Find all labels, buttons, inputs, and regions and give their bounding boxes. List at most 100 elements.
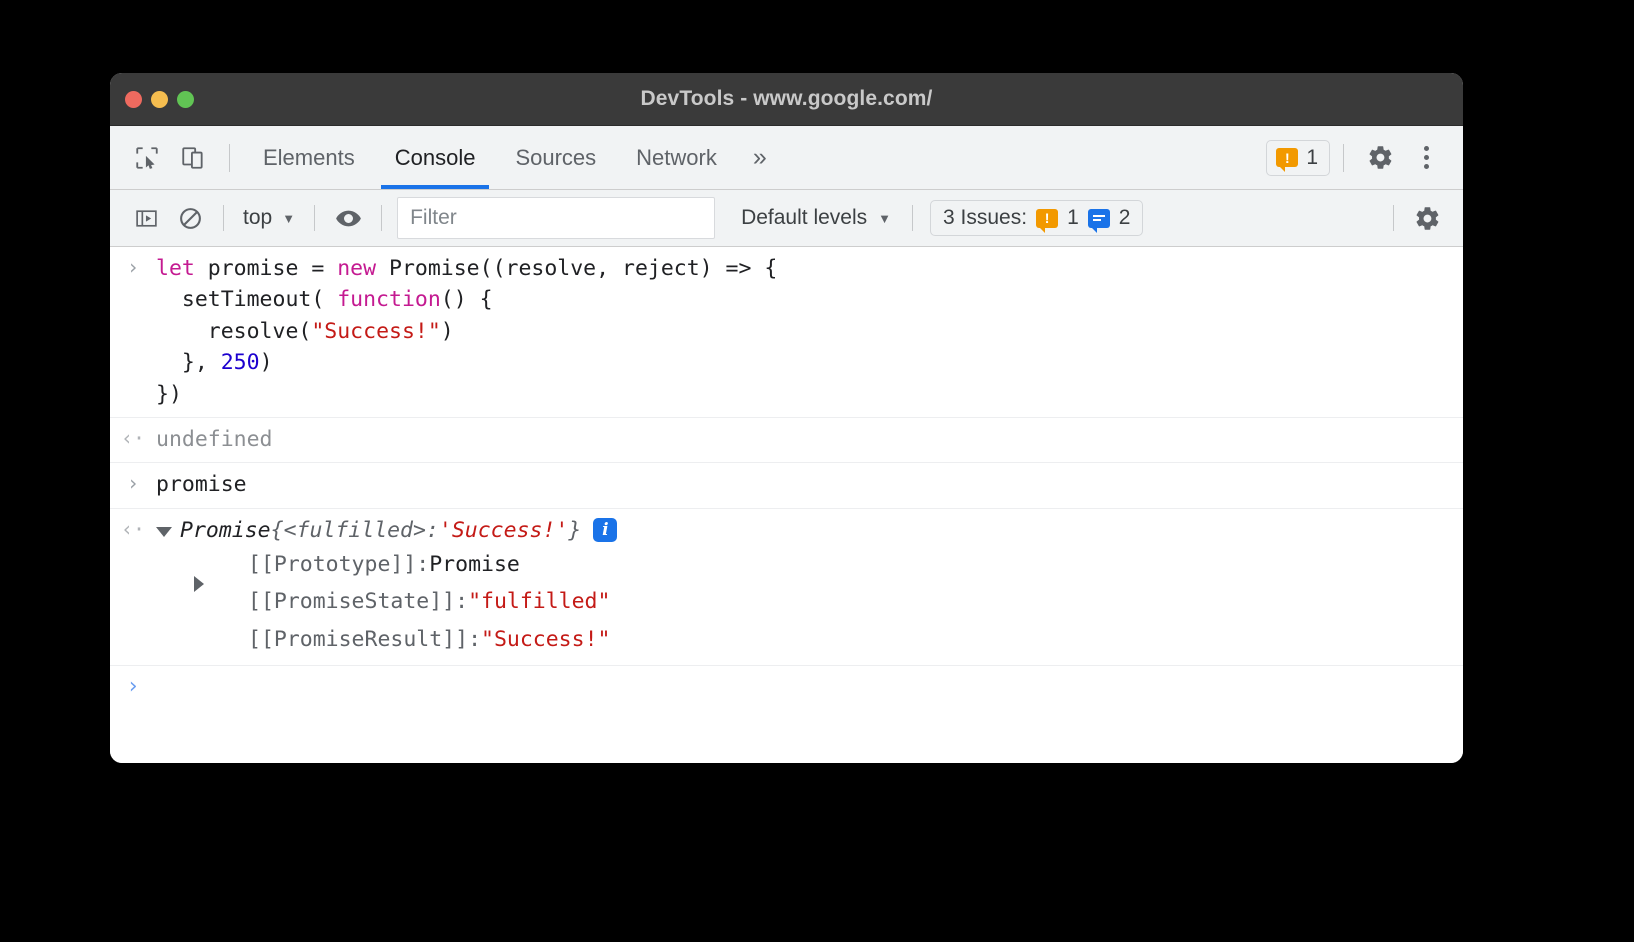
object-colon: :	[425, 517, 439, 543]
code-token: )	[259, 350, 273, 376]
tabbar-right-divider	[1343, 143, 1344, 172]
live-expression-icon[interactable]	[326, 196, 370, 240]
chevron-down-icon: ▼	[282, 210, 296, 226]
console-sidebar-icon[interactable]	[124, 196, 168, 240]
object-property-row[interactable]: [[PromiseState]] : "fulfilled"	[156, 583, 1463, 620]
tabbar-right-actions: ! 1	[1266, 135, 1463, 181]
toolbar-divider-5	[1393, 205, 1394, 231]
info-icon[interactable]: i	[593, 518, 618, 543]
clear-console-icon[interactable]	[168, 196, 212, 240]
close-window-button[interactable]	[125, 90, 142, 108]
minimize-window-button[interactable]	[151, 90, 168, 108]
expand-triangle-icon[interactable]	[156, 527, 172, 538]
output-arrow-icon: ‹·	[120, 516, 146, 541]
console-log-area[interactable]: › let promise = new Promise((resolve, re…	[110, 247, 1463, 763]
code-token: function	[337, 287, 441, 313]
code-token: promise	[156, 472, 247, 498]
log-levels-selector[interactable]: Default levels ▼	[731, 206, 901, 230]
chevron-down-icon: ▼	[878, 210, 892, 226]
toolbar-divider-2	[314, 205, 316, 231]
window-title: DevTools - www.google.com/	[640, 87, 933, 110]
tab-elements[interactable]: Elements	[243, 126, 375, 189]
input-chevron-icon: ›	[126, 471, 140, 496]
screen-background: DevTools - www.google.com/ Elements Cons…	[0, 0, 1634, 942]
property-separator: :	[416, 552, 430, 577]
execution-context-selector[interactable]: top ▼	[235, 206, 303, 230]
more-tabs-icon[interactable]: »	[737, 126, 783, 189]
code-line: promise	[156, 469, 1463, 500]
inspect-element-icon[interactable]	[124, 135, 170, 181]
object-state-value: 'Success!'	[438, 517, 569, 543]
panel-tabs: Elements Console Sources Network »	[243, 126, 783, 189]
code-token: setTimeout(	[156, 287, 338, 313]
object-brace-open: {	[270, 517, 284, 543]
object-constructor-name: Promise	[180, 517, 271, 543]
filter-input[interactable]: Filter	[397, 197, 716, 239]
console-object-result: ‹· Promise { <fulfilled> : 'Success!' } …	[110, 509, 1463, 667]
object-brace-close: }	[568, 517, 582, 543]
tab-console[interactable]: Console	[375, 126, 496, 189]
traffic-lights	[125, 90, 194, 108]
property-value: "Success!"	[481, 626, 611, 652]
code-token: new	[337, 256, 390, 281]
devtools-tabbar: Elements Console Sources Network » ! 1	[110, 126, 1463, 190]
device-toolbar-icon[interactable]	[170, 135, 216, 181]
devtools-window: DevTools - www.google.com/ Elements Cons…	[110, 73, 1463, 763]
filter-placeholder: Filter	[410, 206, 457, 229]
code-line: let promise = new Promise((resolve, reje…	[156, 253, 1463, 284]
issues-info-count: 2	[1118, 206, 1131, 229]
property-value: "fulfilled"	[468, 589, 611, 615]
property-name: [[PromiseState]]	[248, 589, 456, 615]
maximize-window-button[interactable]	[177, 90, 194, 108]
object-state-key: <fulfilled>	[283, 517, 426, 543]
warning-count: 1	[1306, 145, 1318, 169]
toolbar-divider-3	[381, 205, 383, 231]
object-preview-line[interactable]: Promise { <fulfilled> : 'Success!' } i	[156, 515, 1463, 546]
issues-chip[interactable]: 3 Issues: ! 1 2	[930, 200, 1144, 236]
object-property-row[interactable]: [[PromiseResult]] : "Success!"	[156, 621, 1463, 658]
execution-context-label: top	[243, 206, 273, 229]
code-line: resolve("Success!")	[156, 316, 1463, 347]
code-token: Promise((resolve, reject) => {	[389, 256, 778, 281]
window-titlebar: DevTools - www.google.com/	[110, 73, 1463, 126]
issues-warning-count: 1	[1067, 206, 1079, 229]
object-property-row[interactable]: [[Prototype]] : Promise	[156, 546, 1463, 592]
gear-icon[interactable]	[1357, 135, 1403, 181]
warning-bubble-icon: !	[1036, 208, 1059, 233]
gear-icon[interactable]	[1405, 196, 1449, 240]
toolbar-divider-4	[912, 205, 914, 231]
warning-count-chip[interactable]: ! 1	[1266, 139, 1330, 176]
code-token: promise =	[207, 256, 338, 281]
log-levels-label: Default levels	[741, 206, 868, 229]
tab-network[interactable]: Network	[616, 126, 737, 189]
code-line: setTimeout( function() {	[156, 284, 1463, 315]
tabbar-divider	[229, 143, 230, 172]
console-output-value: undefined	[156, 426, 273, 452]
toolbar-right-actions	[1382, 196, 1463, 240]
console-prompt-row[interactable]: ›	[110, 666, 1463, 706]
tab-sources[interactable]: Sources	[495, 126, 616, 189]
property-separator: :	[455, 589, 469, 615]
issues-label: 3 Issues:	[943, 206, 1028, 229]
code-line: }, 250)	[156, 347, 1463, 378]
expand-triangle-icon[interactable]	[194, 576, 204, 592]
console-input-entry: › let promise = new Promise((resolve, re…	[110, 247, 1463, 418]
console-input-entry: › promise	[110, 463, 1463, 509]
code-token: 250	[220, 350, 260, 376]
output-arrow-icon: ‹·	[120, 425, 146, 450]
info-bubble-icon	[1087, 208, 1110, 233]
input-chevron-icon: ›	[126, 255, 140, 279]
console-toolbar: top ▼ Filter Default levels ▼ 3 Issues:	[110, 190, 1463, 247]
console-input-code: let promise = new Promise((resolve, reje…	[156, 253, 1463, 410]
code-token: },	[156, 350, 221, 376]
console-output-entry: ‹· undefined	[110, 418, 1463, 464]
code-line: })	[156, 379, 1463, 410]
property-separator: :	[468, 626, 482, 652]
more-options-icon[interactable]	[1403, 135, 1449, 181]
property-name: [[Prototype]]	[248, 552, 417, 577]
code-token: )	[440, 318, 454, 344]
toolbar-divider-1	[223, 205, 224, 231]
property-value: Promise	[429, 552, 520, 577]
property-name: [[PromiseResult]]	[248, 626, 469, 652]
warning-bubble-icon: !	[1276, 148, 1299, 172]
